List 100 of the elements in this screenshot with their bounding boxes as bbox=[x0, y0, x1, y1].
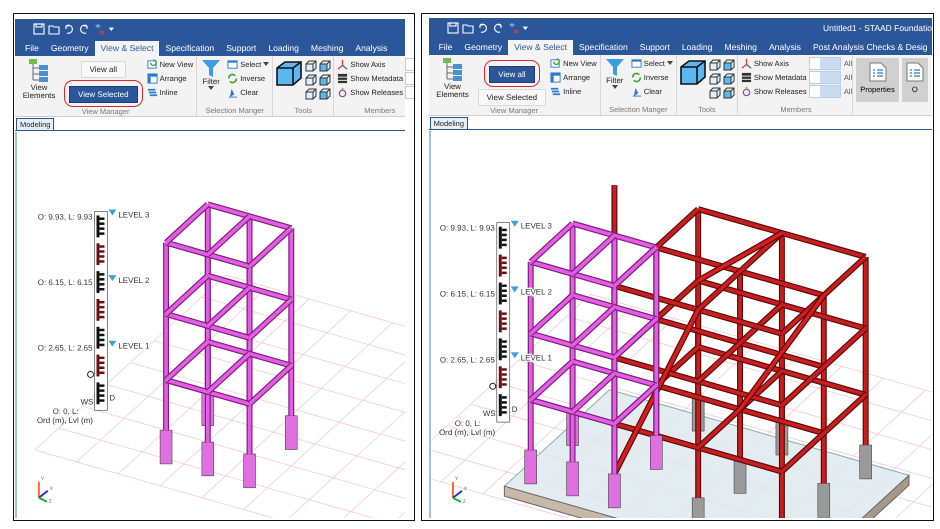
new-view-icon bbox=[146, 59, 158, 70]
base-ordinate-label: O: 0, L: bbox=[52, 407, 79, 416]
ribbon-tab[interactable]: Geometry bbox=[458, 40, 508, 55]
ordinate-label: O: 9.93, L: 9.93 bbox=[439, 224, 494, 233]
ribbon-tab[interactable]: Meshing bbox=[304, 41, 350, 56]
arrange-icon bbox=[550, 72, 562, 83]
invert-icon bbox=[630, 72, 642, 83]
funnel-icon bbox=[201, 58, 222, 78]
ribbon-tab[interactable]: File bbox=[432, 40, 458, 55]
toggle-switch[interactable] bbox=[808, 57, 841, 70]
ordinate-label: O: 9.93, L: 9.93 bbox=[38, 212, 93, 222]
cube-view-icon[interactable] bbox=[275, 60, 304, 88]
level-marker-icon bbox=[108, 340, 116, 347]
select-window-icon bbox=[630, 58, 642, 69]
window-title: Untitled1 - STAAD Foundatio bbox=[823, 23, 932, 33]
folder-icon[interactable] bbox=[462, 22, 474, 34]
ribbon-tab[interactable]: Analysis bbox=[349, 41, 394, 56]
units-label: Ord (m), Lvl (m) bbox=[36, 416, 93, 426]
tree-hierarchy-icon bbox=[28, 58, 50, 84]
ribbon-tab[interactable]: File bbox=[19, 41, 45, 56]
ribbon-tab[interactable]: Specification bbox=[159, 41, 220, 56]
ribbon-tab[interactable]: Loading bbox=[676, 40, 718, 55]
axis-triad-icon bbox=[452, 482, 462, 503]
ribbon-tab[interactable]: Support bbox=[220, 41, 262, 56]
inline-icon bbox=[146, 87, 158, 98]
releases-icon bbox=[740, 86, 752, 97]
level-marker-icon bbox=[510, 352, 518, 358]
new-view-icon bbox=[550, 58, 562, 69]
select-window-icon bbox=[227, 59, 238, 70]
save-icon[interactable] bbox=[33, 23, 45, 35]
origin-marker-icon bbox=[87, 371, 94, 378]
document-list-icon bbox=[868, 62, 887, 82]
view-cube-icon[interactable] bbox=[722, 73, 735, 85]
undo-icon[interactable] bbox=[476, 22, 489, 34]
toggle-switch[interactable] bbox=[808, 71, 841, 84]
view-cube-icon[interactable] bbox=[708, 59, 721, 71]
base-ordinate-label: O: 0, L: bbox=[454, 419, 480, 428]
eraser-icon bbox=[630, 86, 642, 97]
caret-icon bbox=[612, 85, 618, 90]
level-marker-icon bbox=[510, 286, 518, 292]
document-list-icon bbox=[906, 62, 924, 82]
arrange-icon bbox=[146, 73, 158, 84]
view-cube-icon[interactable] bbox=[305, 60, 318, 72]
view-cube-icon[interactable] bbox=[319, 60, 332, 72]
folder-icon[interactable] bbox=[48, 23, 60, 35]
level-marker-icon bbox=[510, 220, 518, 227]
view-cube-icon[interactable] bbox=[305, 88, 318, 100]
axis-triad-icon bbox=[38, 482, 48, 503]
level-marker-icon bbox=[108, 210, 116, 216]
axis-icon bbox=[337, 59, 348, 70]
view-all-button[interactable]: View all bbox=[489, 66, 535, 83]
releases-icon bbox=[337, 87, 348, 98]
axis-icon bbox=[740, 58, 752, 69]
cube-view-icon[interactable] bbox=[678, 59, 707, 87]
view-cube-icon[interactable] bbox=[722, 59, 735, 71]
ordinate-label: O: 2.65, L: 2.65 bbox=[439, 355, 494, 364]
view-cube-icon[interactable] bbox=[708, 73, 721, 85]
ordinate-label: O: 2.65, L: 2.65 bbox=[38, 344, 93, 353]
view-selected-button[interactable]: View Selected bbox=[478, 89, 546, 106]
caret-icon bbox=[208, 86, 214, 92]
level-label: LEVEL 1 bbox=[118, 342, 150, 351]
units-label: Ord (m), Lvl (m) bbox=[438, 428, 495, 438]
ribbon-tab[interactable]: Meshing bbox=[718, 40, 763, 55]
redo-icon[interactable] bbox=[492, 22, 504, 34]
tree-hierarchy-icon bbox=[442, 57, 464, 83]
level-label: LEVEL 3 bbox=[520, 222, 552, 231]
view-cube-icon[interactable] bbox=[319, 88, 332, 100]
ribbon-tab[interactable]: Analysis bbox=[762, 40, 807, 55]
view-cube-icon[interactable] bbox=[319, 74, 332, 86]
invert-icon bbox=[227, 73, 238, 84]
marker-label: WS bbox=[80, 397, 94, 406]
ribbon-tab[interactable]: Loading bbox=[262, 41, 305, 56]
inline-icon bbox=[550, 86, 562, 97]
ribbon-tab[interactable]: View & Select bbox=[508, 40, 574, 55]
undo-icon[interactable] bbox=[63, 23, 75, 35]
view-selected-button[interactable]: View Selected bbox=[69, 86, 138, 103]
level-label: LEVEL 2 bbox=[118, 276, 150, 286]
ribbon-tab[interactable]: Support bbox=[634, 40, 676, 55]
view-cube-icon[interactable] bbox=[722, 87, 735, 99]
view-cube-icon[interactable] bbox=[708, 87, 721, 99]
metadata-icon bbox=[337, 73, 348, 84]
level-marker-icon bbox=[108, 275, 116, 282]
marker-label: D bbox=[109, 393, 116, 402]
view-all-button[interactable]: View all bbox=[80, 61, 126, 78]
ribbon-tab[interactable]: View & Select bbox=[94, 41, 160, 56]
metadata-icon bbox=[740, 72, 752, 83]
ordinate-label: O: 6.15, L: 6.15 bbox=[439, 289, 494, 298]
marker-label: WS bbox=[482, 409, 496, 418]
ribbon-tab[interactable]: Post Analysis Checks & Desig bbox=[806, 40, 933, 55]
origin-marker-icon bbox=[488, 382, 496, 390]
save-icon[interactable] bbox=[446, 22, 459, 34]
toggle-switch[interactable] bbox=[808, 85, 841, 98]
cube-remove-icon[interactable] bbox=[93, 23, 105, 35]
ribbon-tab[interactable]: Geometry bbox=[44, 41, 95, 56]
ribbon-tab[interactable]: Specification bbox=[573, 40, 634, 55]
marker-label: D bbox=[511, 405, 518, 414]
funnel-icon bbox=[604, 57, 625, 77]
view-cube-icon[interactable] bbox=[305, 74, 318, 86]
ordinate-label: O: 6.15, L: 6.15 bbox=[38, 278, 93, 288]
redo-icon[interactable] bbox=[78, 23, 90, 35]
